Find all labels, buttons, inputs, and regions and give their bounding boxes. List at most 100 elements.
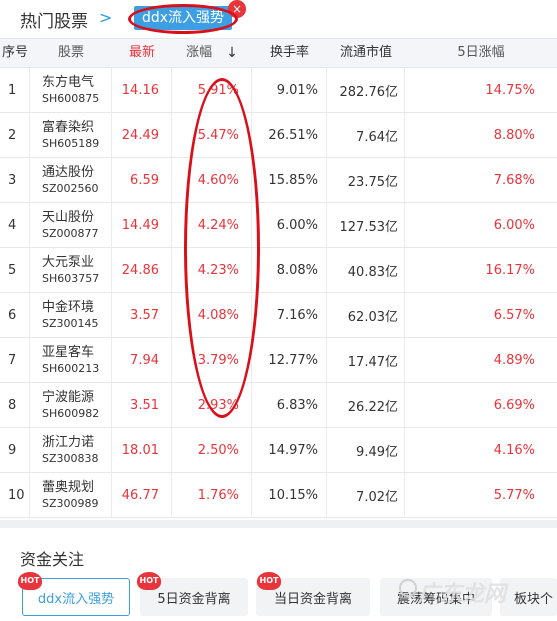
table-row[interactable]: 8 宁波能源 SH600982 3.51 2.93% 6.83% 26.22亿 6.69% [0,383,557,428]
row-index: 1 [0,68,30,112]
row-index: 10 [0,473,30,517]
header-bar: 热门股票 > ddx流入强势 × [0,0,557,38]
table-row[interactable]: 1 东方电气 SH600875 14.16 5.91% 9.01% 282.76亿 14.75… [0,68,557,113]
row-stock[interactable]: 浙江力诺 SZ300838 [30,428,112,472]
stock-name: 天山股份 [42,210,95,225]
row-change: 1.76% [172,473,252,517]
row-change: 5.47% [172,113,252,157]
row-float-cap: 17.47亿 [327,338,405,382]
row-change: 5.91% [172,68,252,112]
table-body: 1 东方电气 SH600875 14.16 5.91% 9.01% 282.76亿 14.75… [0,68,557,518]
row-index: 8 [0,383,30,427]
table-row[interactable]: 6 中金环境 SZ300145 3.57 4.08% 7.16% 62.03亿 6.57% [0,293,557,338]
row-change: 4.08% [172,293,252,337]
row-turnover: 10.15% [252,473,327,517]
row-change: 4.60% [172,158,252,202]
column-header-5d-change[interactable]: 5日涨幅 [405,39,557,67]
row-stock[interactable]: 通达股份 SZ002560 [30,158,112,202]
close-icon[interactable]: × [228,0,246,18]
filter-tag[interactable]: ddx流入强势 [134,6,233,30]
row-float-cap: 7.64亿 [327,113,405,157]
table-row[interactable]: 5 大元泵业 SH603757 24.86 4.23% 8.08% 40.83亿 16.17% [0,248,557,293]
row-turnover: 14.97% [252,428,327,472]
row-5d-change: 6.69% [493,397,535,413]
column-header-latest[interactable]: 最新 [112,39,172,67]
stock-table: 序号 股票 最新 涨幅 ↓ 换手率 流通市值 5日涨幅 1 东方电气 SH60087… [0,38,557,518]
stock-code: SZ300989 [42,497,99,510]
row-5d-change: 5.77% [493,487,535,503]
row-float-cap: 127.53亿 [327,203,405,247]
table-row[interactable]: 7 亚星客车 SH600213 7.94 3.79% 12.77% 17.47亿 4.89% [0,338,557,383]
row-index: 4 [0,203,30,247]
row-stock[interactable]: 中金环境 SZ300145 [30,293,112,337]
row-latest-price: 18.01 [112,428,172,472]
row-latest-price: 3.57 [112,293,172,337]
row-latest-price: 14.49 [112,203,172,247]
row-stock[interactable]: 宁波能源 SH600982 [30,383,112,427]
row-turnover: 7.16% [252,293,327,337]
stock-code: SH605189 [42,137,100,150]
row-latest-price: 7.94 [112,338,172,382]
chevron-right-icon[interactable]: > [99,8,112,27]
page-title: 热门股票 [20,12,88,32]
table-row[interactable]: 3 通达股份 SZ002560 6.59 4.60% 15.85% 23.75亿 7.68% [0,158,557,203]
table-row[interactable]: 4 天山股份 SZ000877 14.49 4.24% 6.00% 127.53亿 6.00% [0,203,557,248]
table-row[interactable]: 9 浙江力诺 SZ300838 18.01 2.50% 14.97% 9.49亿 4.16% [0,428,557,473]
stock-name: 东方电气 [42,75,95,90]
row-float-cap: 40.83亿 [327,248,405,292]
row-change: 4.24% [172,203,252,247]
stock-code: SZ000877 [42,227,99,240]
column-header-change[interactable]: 涨幅 ↓ [172,39,252,67]
stock-name: 中金环境 [42,300,95,315]
hot-badge: HOT [18,572,42,590]
row-latest-price: 24.86 [112,248,172,292]
row-turnover: 12.77% [252,338,327,382]
row-stock[interactable]: 天山股份 SZ000877 [30,203,112,247]
row-latest-price: 24.49 [112,113,172,157]
row-stock[interactable]: 大元泵业 SH603757 [30,248,112,292]
row-float-cap: 26.22亿 [327,383,405,427]
row-stock[interactable]: 富春染织 SH605189 [30,113,112,157]
column-header-turnover[interactable]: 换手率 [252,39,327,67]
row-change: 4.23% [172,248,252,292]
stock-name: 蕾奥规划 [42,480,95,495]
column-header-float-cap[interactable]: 流通市值 [327,39,405,67]
stock-name: 亚星客车 [42,345,95,360]
column-header-change-label: 涨幅 [186,45,213,60]
row-5d-change: 16.17% [485,262,535,278]
row-latest-price: 46.77 [112,473,172,517]
row-change: 3.79% [172,338,252,382]
stock-code: SH600213 [42,362,100,375]
row-turnover: 8.08% [252,248,327,292]
row-stock[interactable]: 蕾奥规划 SZ300989 [30,473,112,517]
row-latest-price: 14.16 [112,68,172,112]
stock-name: 浙江力诺 [42,435,95,450]
row-stock[interactable]: 亚星客车 SH600213 [30,338,112,382]
stock-code: SH600982 [42,407,100,420]
row-index: 6 [0,293,30,337]
row-stock[interactable]: 东方电气 SH600875 [30,68,112,112]
row-index: 2 [0,113,30,157]
row-change: 2.93% [172,383,252,427]
row-float-cap: 23.75亿 [327,158,405,202]
table-row[interactable]: 2 富春染织 SH605189 24.49 5.47% 26.51% 7.64亿 8.80% [0,113,557,158]
row-5d-change: 6.57% [493,307,535,323]
stock-code: SZ300145 [42,317,99,330]
row-latest-price: 3.51 [112,383,172,427]
row-float-cap: 9.49亿 [327,428,405,472]
stock-code: SH600875 [42,92,100,105]
row-index: 3 [0,158,30,202]
row-turnover: 15.85% [252,158,327,202]
row-index: 9 [0,428,30,472]
button-sector[interactable]: 板块个 [500,578,557,616]
row-float-cap: 282.76亿 [327,68,405,112]
row-float-cap: 7.02亿 [327,473,405,517]
column-header-index[interactable]: 序号 [0,39,30,67]
stock-name: 通达股份 [42,165,95,180]
sort-down-icon[interactable]: ↓ [226,39,238,67]
stock-code: SZ300838 [42,452,99,465]
funds-title: 资金关注 [20,550,85,569]
table-row[interactable]: 10 蕾奥规划 SZ300989 46.77 1.76% 10.15% 7.02亿 5.77% [0,473,557,518]
column-header-stock[interactable]: 股票 [30,39,112,67]
stock-code: SH603757 [42,272,100,285]
